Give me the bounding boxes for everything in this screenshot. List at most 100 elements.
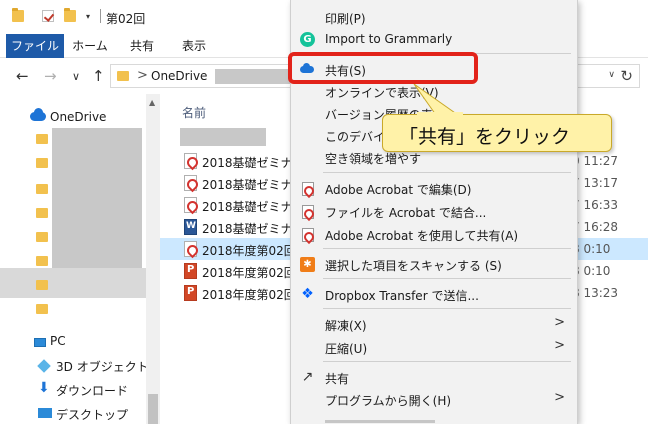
- desktop-icon: [38, 408, 52, 418]
- menu-item-acrobat-edit[interactable]: Adobe Acrobat で編集(D): [291, 177, 577, 199]
- menu-item-extract[interactable]: 解凍(X) >: [291, 313, 577, 335]
- folder-icon: [117, 71, 129, 81]
- menu-label: Dropbox Transfer で送信...: [325, 289, 479, 303]
- file-date: 8 13:23: [572, 286, 619, 300]
- acrobat-icon: [300, 181, 314, 196]
- highlight-box: [288, 52, 478, 84]
- menu-label: 解凍(X): [325, 319, 367, 333]
- file-name: 2018年度第02回: [202, 288, 296, 302]
- folder-icon[interactable]: [36, 304, 48, 314]
- menu-label: 圧縮(U): [325, 342, 368, 356]
- pdf-file-icon: [184, 175, 197, 191]
- share-icon: ↗: [301, 369, 314, 385]
- download-icon: ⬇: [38, 380, 50, 396]
- menu-item-share[interactable]: ↗ 共有: [291, 366, 577, 388]
- folder-icon[interactable]: [36, 256, 48, 266]
- nav-scrollbar[interactable]: [146, 94, 160, 424]
- up-button[interactable]: ↑: [92, 67, 105, 85]
- file-name: 2018年度第02回: [202, 244, 296, 258]
- dropbox-icon: ❖: [301, 286, 314, 302]
- file-date: 0 11:27: [572, 154, 619, 168]
- nav-3d-objects[interactable]: 3D オブジェクト: [56, 358, 149, 375]
- menu-label: 選択した項目をスキャンする (S): [325, 259, 502, 273]
- menu-label: ファイルを Acrobat で結合...: [325, 206, 487, 220]
- pc-icon: [34, 338, 46, 347]
- acrobat-share-icon: [300, 227, 314, 242]
- menu-label: Adobe Acrobat を使用して共有(A): [325, 229, 519, 243]
- scroll-up-icon[interactable]: ▲: [149, 98, 155, 107]
- menu-separator: [323, 361, 571, 362]
- file-date: 7 16:33: [572, 198, 619, 212]
- tab-view[interactable]: 表示: [174, 34, 214, 58]
- redacted-file-row: [180, 128, 266, 146]
- menu-item-dropbox[interactable]: ❖ Dropbox Transfer で送信...: [291, 283, 577, 305]
- address-dropdown-icon[interactable]: ∨: [608, 70, 615, 80]
- pdf-file-icon: [184, 153, 197, 169]
- menu-label: 印刷(P): [325, 12, 366, 26]
- refresh-icon[interactable]: ↻: [620, 67, 633, 85]
- callout-tail-joint: [417, 112, 463, 118]
- breadcrumb-onedrive[interactable]: OneDrive: [151, 69, 207, 83]
- folder-icon[interactable]: [36, 208, 48, 218]
- tab-file[interactable]: ファイル: [6, 34, 64, 58]
- menu-label: Adobe Acrobat で編集(D): [325, 183, 472, 197]
- back-button[interactable]: ←: [16, 67, 29, 85]
- menu-label: 共有: [325, 372, 350, 386]
- breadcrumb-separator: >: [137, 68, 148, 83]
- folder-icon[interactable]: [36, 158, 48, 168]
- nav-scrollbar-thumb[interactable]: [148, 394, 158, 424]
- menu-separator: [323, 308, 571, 309]
- onedrive-cloud-icon: [30, 108, 46, 121]
- menu-label: 空き領域を増やす: [325, 152, 422, 166]
- menu-item-open-with[interactable]: プログラムから開く(H) >: [291, 388, 577, 410]
- file-name: 2018年度第02回: [202, 266, 296, 280]
- chevron-right-icon: >: [554, 315, 565, 330]
- file-date: 7 13:17: [572, 176, 619, 190]
- 3d-objects-icon: [37, 359, 51, 373]
- chevron-right-icon: >: [554, 338, 565, 353]
- tab-share[interactable]: 共有: [124, 34, 160, 58]
- nav-selected-item: [0, 268, 146, 298]
- word-file-icon: [184, 219, 197, 235]
- new-folder-icon[interactable]: [64, 8, 76, 22]
- pdf-file-icon: [184, 197, 197, 213]
- nav-downloads[interactable]: ダウンロード: [56, 382, 128, 399]
- forward-button[interactable]: →: [44, 67, 57, 85]
- callout-text: 「共有」をクリック: [399, 126, 571, 148]
- menu-label: プログラムから開く(H): [325, 394, 452, 408]
- menu-item-acrobat-combine[interactable]: ファイルを Acrobat で結合...: [291, 200, 577, 222]
- folder-icon[interactable]: [36, 184, 48, 194]
- folder-icon[interactable]: [12, 8, 24, 22]
- powerpoint-file-icon: [184, 285, 197, 301]
- file-date: 7 16:28: [572, 220, 619, 234]
- properties-icon[interactable]: [42, 10, 54, 22]
- menu-item-acrobat-share[interactable]: Adobe Acrobat を使用して共有(A): [291, 223, 577, 245]
- nav-pc[interactable]: PC: [50, 334, 66, 348]
- grammarly-icon: G: [300, 32, 315, 47]
- callout: 「共有」をクリック: [382, 114, 612, 152]
- folder-icon[interactable]: [36, 134, 48, 144]
- menu-item-print[interactable]: 印刷(P): [291, 6, 577, 28]
- redacted-path: [215, 69, 295, 84]
- nav-desktop[interactable]: デスクトップ: [56, 406, 128, 423]
- nav-onedrive[interactable]: OneDrive: [50, 110, 106, 124]
- menu-item-compress[interactable]: 圧縮(U) >: [291, 336, 577, 358]
- folder-icon[interactable]: [36, 280, 48, 290]
- menu-item-cutoff: [325, 414, 435, 424]
- menu-label: Import to Grammarly: [325, 32, 453, 46]
- qat-dropdown-icon[interactable]: ▾: [86, 12, 90, 21]
- recent-locations-button[interactable]: ∨: [72, 70, 80, 83]
- pdf-file-icon: [184, 241, 197, 257]
- window-title: 第02回: [106, 12, 146, 26]
- menu-item-scan[interactable]: ✱ 選択した項目をスキャンする (S): [291, 253, 577, 275]
- tab-home[interactable]: ホーム: [70, 34, 110, 58]
- folder-icon[interactable]: [36, 232, 48, 242]
- acrobat-combine-icon: [300, 204, 314, 219]
- title-separator: [100, 9, 101, 23]
- column-header-name[interactable]: 名前: [182, 104, 206, 121]
- scan-icon: ✱: [300, 257, 315, 272]
- chevron-right-icon: >: [554, 390, 565, 405]
- menu-separator: [323, 172, 571, 173]
- menu-item-grammarly[interactable]: G Import to Grammarly: [291, 28, 577, 50]
- menu-separator: [323, 278, 571, 279]
